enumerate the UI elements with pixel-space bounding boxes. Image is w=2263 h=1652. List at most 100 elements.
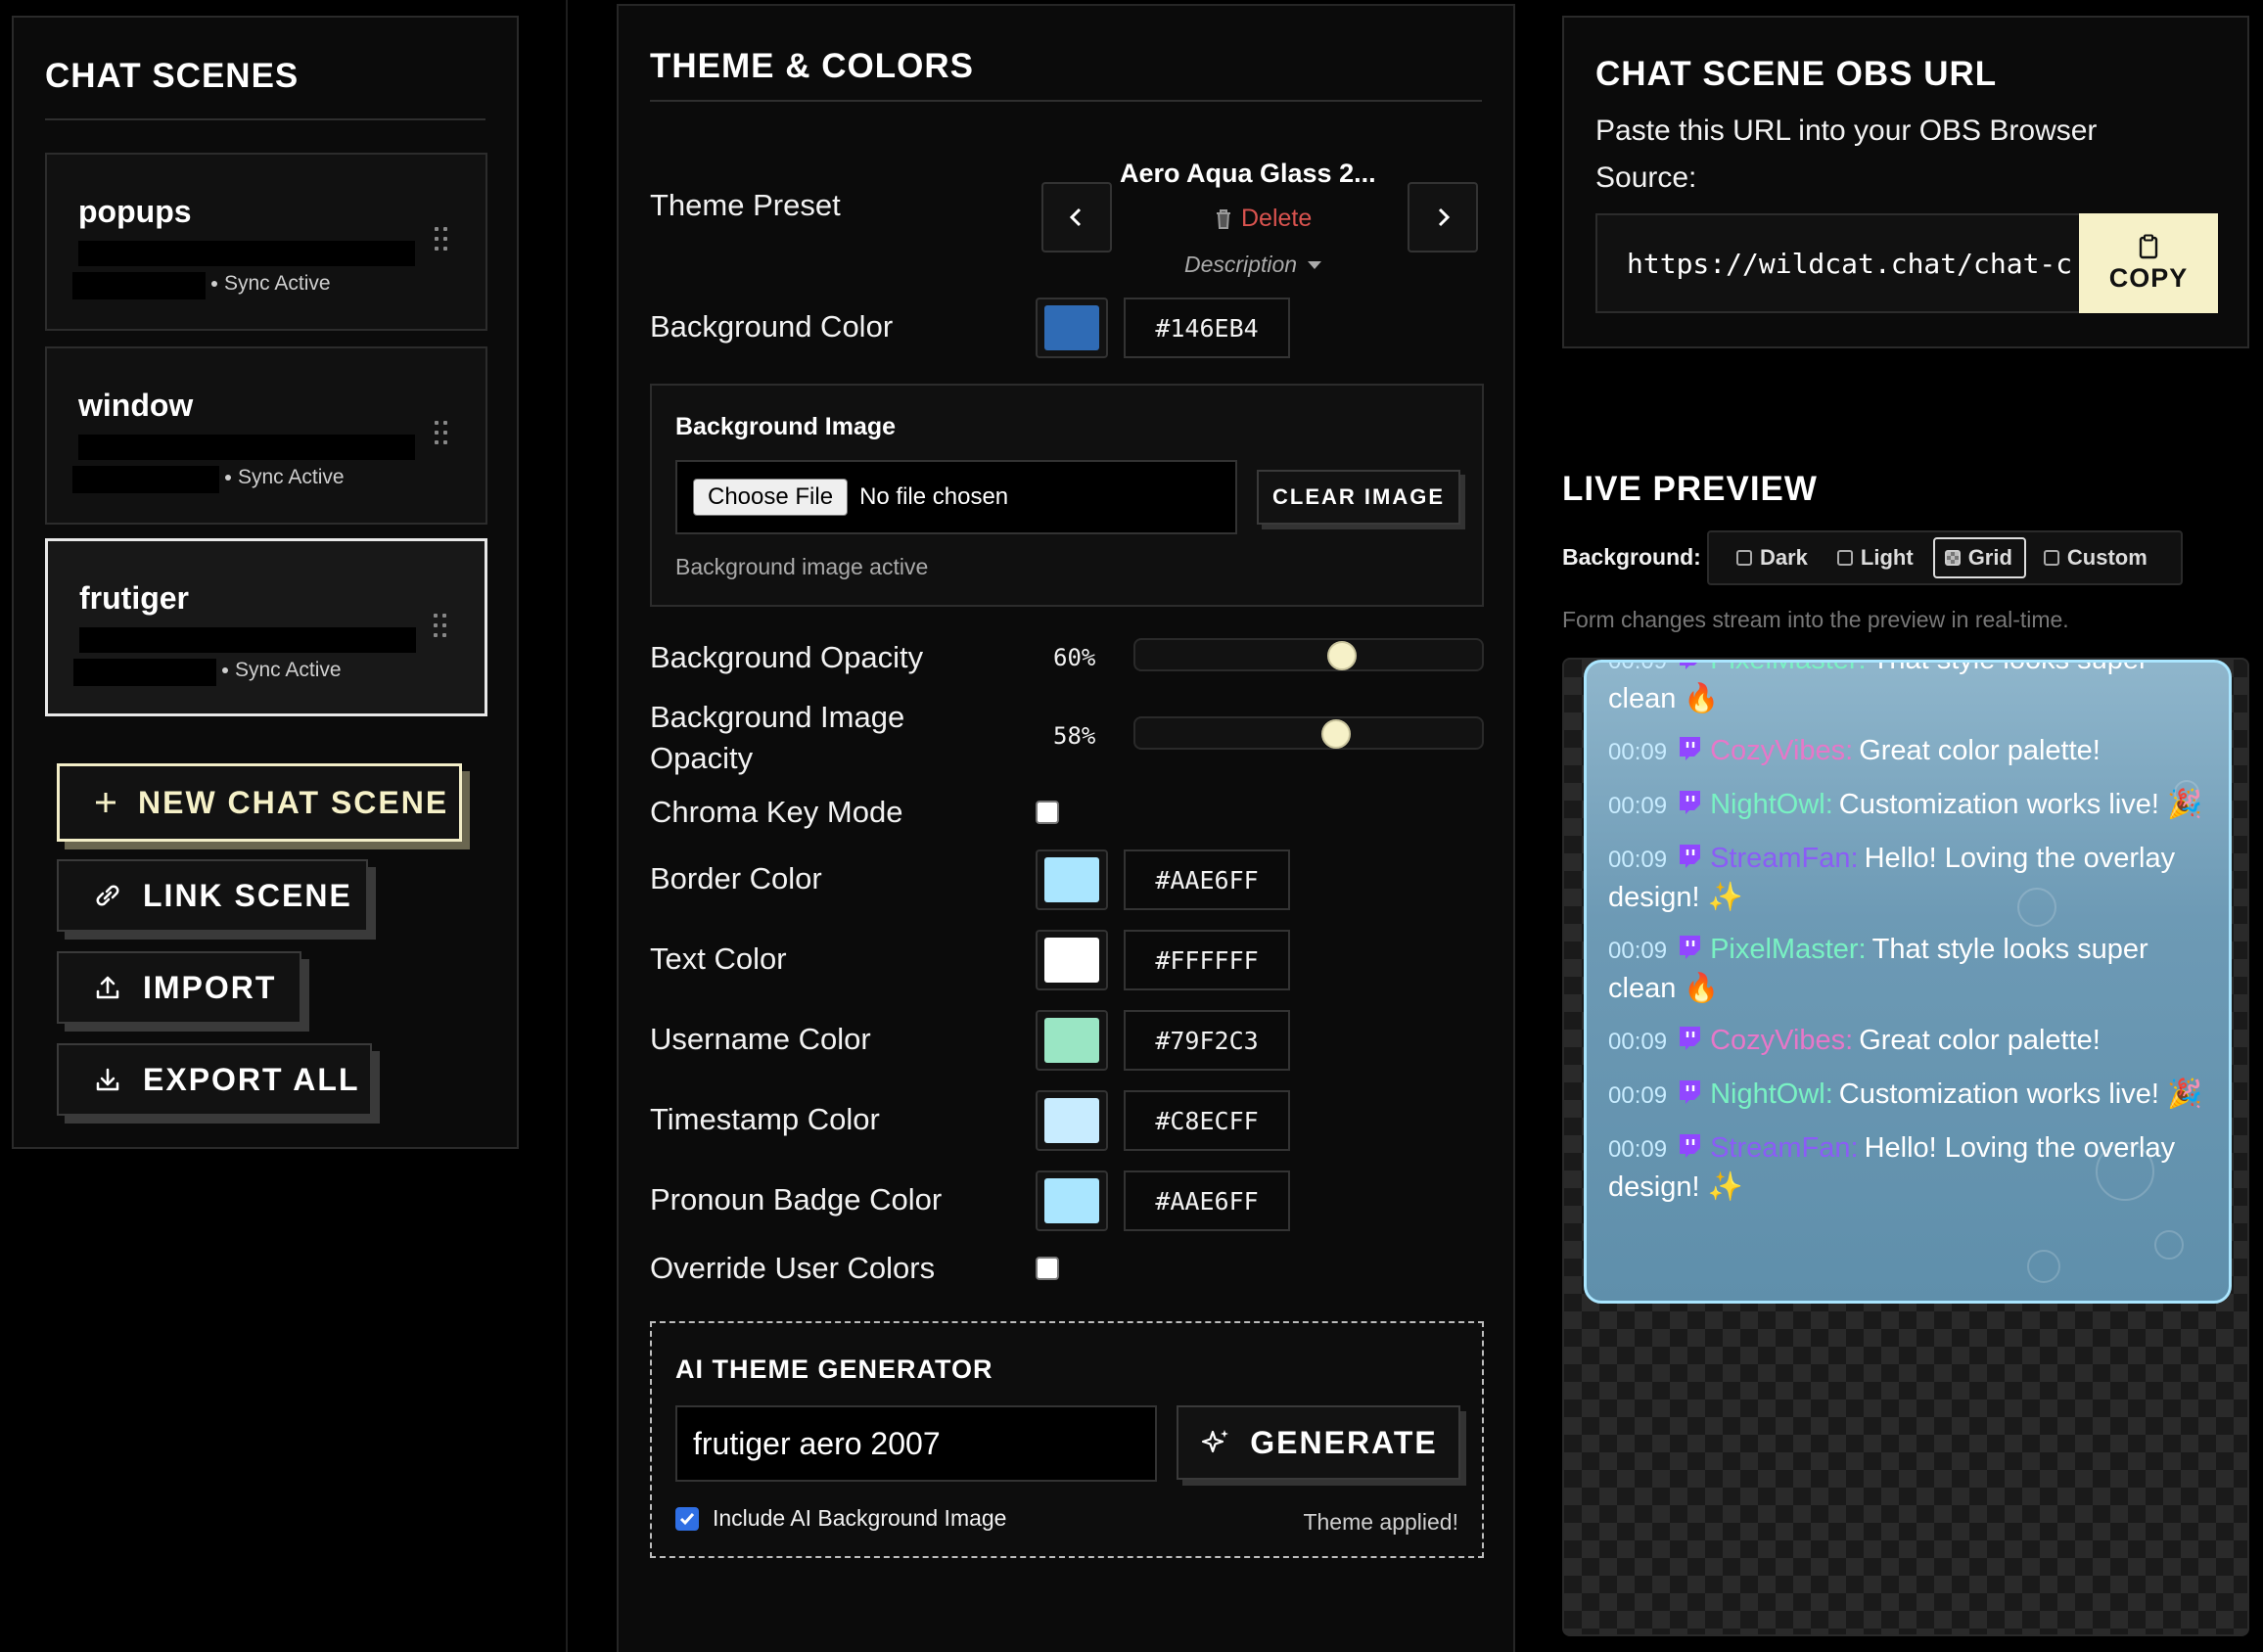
- include-ai-background-checkbox[interactable]: Include AI Background Image: [675, 1505, 1006, 1532]
- border-color-label: Border Color: [650, 861, 822, 895]
- drag-handle-icon[interactable]: [434, 614, 447, 639]
- timestamp-color-swatch[interactable]: [1036, 1090, 1108, 1151]
- copy-button[interactable]: COPY: [2079, 213, 2218, 313]
- theme-preset-label: Theme Preset: [650, 188, 841, 222]
- override-user-colors-checkbox[interactable]: [1036, 1257, 1059, 1280]
- theme-colors-panel: THEME & COLORS Theme Preset Aero Aqua Gl…: [617, 4, 1515, 1652]
- color-swatch: [1044, 857, 1099, 902]
- pronoun-badge-color-hex-input[interactable]: #AAE6FF: [1124, 1170, 1290, 1231]
- preview-bg-dark[interactable]: Dark: [1727, 537, 1820, 578]
- preview-bg-light[interactable]: Light: [1827, 537, 1925, 578]
- redacted-text: [72, 272, 206, 299]
- preset-delete-button[interactable]: Delete: [1214, 205, 1312, 233]
- upload-icon: [96, 976, 119, 999]
- username-color-swatch[interactable]: [1036, 1010, 1108, 1071]
- scene-name: frutiger: [79, 580, 189, 616]
- background-opacity-slider[interactable]: [1133, 638, 1484, 671]
- preview-background-label: Background:: [1562, 544, 1701, 570]
- generate-button[interactable]: GENERATE: [1177, 1405, 1460, 1480]
- twitch-icon: [1680, 1080, 1701, 1104]
- choose-file-button[interactable]: Choose File: [693, 479, 849, 516]
- redacted-text: [73, 659, 216, 686]
- background-opacity-label: Background Opacity: [650, 640, 924, 674]
- pronoun-badge-color-swatch[interactable]: [1036, 1170, 1108, 1231]
- preview-note: Form changes stream into the preview in …: [1562, 607, 2069, 632]
- background-color-swatch[interactable]: [1036, 298, 1108, 358]
- color-swatch: [1044, 938, 1099, 983]
- text-color-swatch[interactable]: [1036, 930, 1108, 990]
- chat-message-list: 00:09 PixelMaster: That style looks super …: [1608, 660, 2215, 1220]
- clipboard-icon: [2139, 234, 2158, 258]
- background-image-file-input[interactable]: Choose File No file chosen: [675, 460, 1237, 534]
- live-preview-title: LIVE PREVIEW: [1562, 470, 1818, 508]
- caret-down-icon: [1308, 260, 1322, 269]
- preview-bg-grid[interactable]: Grid: [1932, 537, 2026, 578]
- scene-card-frutiger[interactable]: frutiger Sync Active: [45, 538, 487, 716]
- preset-prev-button[interactable]: [1041, 182, 1112, 252]
- scene-card-window[interactable]: window Sync Active: [45, 346, 487, 525]
- status-dot-icon: [225, 475, 231, 482]
- border-color-swatch[interactable]: [1036, 849, 1108, 910]
- redacted-text: [78, 241, 415, 266]
- ai-prompt-input[interactable]: frutiger aero 2007: [675, 1405, 1157, 1482]
- checkbox-icon: [2043, 550, 2059, 566]
- color-swatch: [1044, 305, 1099, 350]
- status-dot-icon: [222, 667, 228, 674]
- export-all-button[interactable]: EXPORT ALL: [57, 1043, 372, 1116]
- message-username: StreamFan:: [1710, 843, 1859, 874]
- status-dot-icon: [211, 281, 217, 288]
- slider-thumb[interactable]: [1327, 641, 1358, 670]
- live-preview-area: 00:09 PixelMaster: That style looks super …: [1562, 658, 2249, 1636]
- chat-message: 00:09 StreamFan: Hello! Loving the overlay…: [1608, 840, 2215, 916]
- text-color-label: Text Color: [650, 941, 787, 976]
- message-timestamp: 00:09: [1608, 660, 1668, 674]
- preset-next-button[interactable]: [1408, 182, 1478, 252]
- checkbox-icon: [1736, 550, 1752, 566]
- background-image-opacity-slider[interactable]: [1133, 716, 1484, 750]
- timestamp-color-hex-input[interactable]: #C8ECFF: [1124, 1090, 1290, 1151]
- color-swatch: [1044, 1098, 1099, 1143]
- chroma-key-label: Chroma Key Mode: [650, 795, 903, 829]
- scene-card-popups[interactable]: popups Sync Active: [45, 153, 487, 331]
- username-color-hex-input[interactable]: #79F2C3: [1124, 1010, 1290, 1071]
- obs-url-description: Paste this URL into your OBS Browser Sou…: [1595, 115, 2098, 194]
- download-icon: [96, 1068, 119, 1091]
- link-scene-button[interactable]: LINK SCENE: [57, 859, 368, 932]
- background-color-hex-input[interactable]: #146EB4: [1124, 298, 1290, 358]
- slider-thumb[interactable]: [1320, 719, 1351, 749]
- checkbox-checked-icon: [675, 1506, 699, 1531]
- preset-description-toggle[interactable]: Description: [1184, 252, 1322, 278]
- text-color-hex-input[interactable]: #FFFFFF: [1124, 930, 1290, 990]
- drag-handle-icon[interactable]: [435, 421, 448, 446]
- new-chat-scene-button[interactable]: NEW CHAT SCENE: [57, 763, 462, 842]
- preset-name: Aero Aqua Glass 2...: [1120, 159, 1376, 188]
- message-text: Customization works live! 🎉: [1838, 789, 2203, 820]
- drag-handle-icon[interactable]: [435, 227, 448, 252]
- message-timestamp: 00:09: [1608, 739, 1668, 765]
- obs-url-field[interactable]: https://wildcat.chat/chat-c: [1595, 213, 2085, 313]
- background-image-status: Background image active: [675, 554, 929, 579]
- clear-image-button[interactable]: CLEAR IMAGE: [1257, 470, 1460, 525]
- obs-url-title: CHAT SCENE OBS URL: [1595, 55, 1998, 93]
- ai-status-text: Theme applied!: [1303, 1509, 1458, 1535]
- background-image-section: Background Image Choose File No file cho…: [650, 384, 1484, 607]
- scene-name: popups: [78, 194, 192, 229]
- link-icon: [96, 885, 119, 906]
- chevron-left-icon: [1069, 207, 1082, 227]
- message-text: Great color palette!: [1859, 1025, 2101, 1056]
- message-timestamp: 00:09: [1608, 847, 1668, 873]
- message-timestamp: 00:09: [1608, 938, 1668, 964]
- scene-name: window: [78, 388, 194, 423]
- twitch-icon: [1680, 1134, 1701, 1158]
- chat-message: 00:09 NightOwl: Customization works live! …: [1608, 1076, 2215, 1115]
- chat-message: 00:09 CozyVibes: Great color palette!: [1608, 1022, 2215, 1061]
- timestamp-color-label: Timestamp Color: [650, 1102, 880, 1136]
- chroma-key-checkbox[interactable]: [1036, 801, 1059, 824]
- import-button[interactable]: IMPORT: [57, 951, 301, 1024]
- message-timestamp: 00:09: [1608, 1082, 1668, 1109]
- background-image-title: Background Image: [675, 413, 897, 440]
- border-color-hex-input[interactable]: #AAE6FF: [1124, 849, 1290, 910]
- username-color-label: Username Color: [650, 1022, 871, 1056]
- sparkles-icon: [1202, 1430, 1229, 1453]
- preview-bg-custom[interactable]: Custom: [2034, 537, 2159, 578]
